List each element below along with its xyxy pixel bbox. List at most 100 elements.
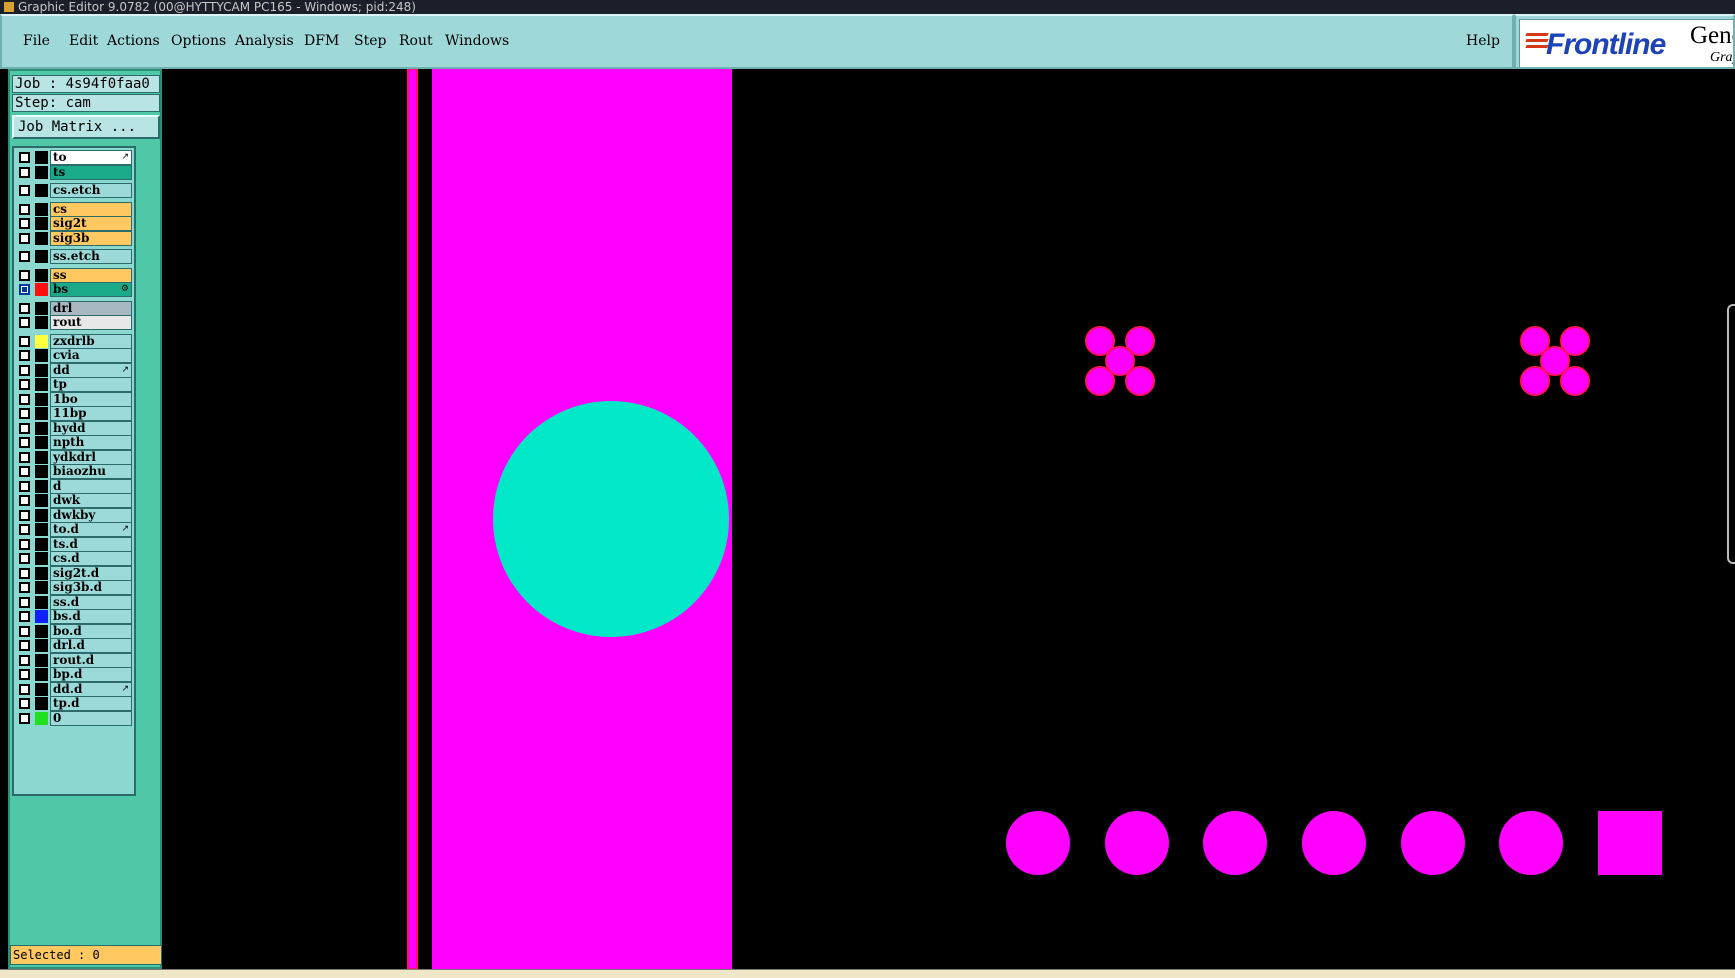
layer-checkbox[interactable] bbox=[19, 232, 30, 244]
layer-name[interactable]: cs bbox=[50, 201, 132, 217]
layer-name[interactable]: ydkdrl bbox=[50, 449, 132, 465]
round-pad[interactable] bbox=[1401, 811, 1465, 875]
layer-row[interactable]: sig2t.d bbox=[16, 565, 132, 581]
layer-checkbox[interactable] bbox=[19, 524, 30, 535]
layer-name[interactable]: tp bbox=[50, 377, 132, 392]
layer-checkbox[interactable] bbox=[19, 422, 30, 434]
layer-row[interactable]: bo.d bbox=[16, 623, 132, 639]
layer-color-swatch[interactable] bbox=[35, 537, 48, 551]
layer-row[interactable]: sig3b bbox=[16, 230, 132, 246]
layer-row[interactable]: dd.d ↗ bbox=[16, 681, 132, 697]
layer-row[interactable]: drl.d bbox=[16, 638, 132, 653]
layer-name[interactable]: ss bbox=[50, 267, 132, 283]
layer-checkbox[interactable] bbox=[19, 218, 30, 229]
layer-checkbox[interactable] bbox=[19, 553, 30, 564]
layer-checkbox[interactable] bbox=[19, 451, 30, 463]
layer-checkbox[interactable] bbox=[19, 393, 30, 405]
menu-rout[interactable]: Rout bbox=[399, 33, 433, 49]
layer-color-swatch[interactable] bbox=[35, 523, 48, 536]
menu-step[interactable]: Step bbox=[354, 33, 386, 49]
layer-checkbox[interactable] bbox=[19, 611, 30, 622]
layer-checkbox[interactable] bbox=[19, 509, 30, 521]
layer-row[interactable]: drl bbox=[16, 300, 132, 316]
layer-row[interactable]: rout.d bbox=[16, 652, 132, 668]
layer-row[interactable]: dwkby bbox=[16, 507, 132, 523]
layer-checkbox[interactable] bbox=[19, 625, 30, 637]
layer-name[interactable]: sig2t bbox=[50, 216, 132, 231]
layer-row[interactable]: biaozhu bbox=[16, 464, 132, 479]
layer-row[interactable]: bp.d bbox=[16, 667, 132, 682]
layer-checkbox[interactable] bbox=[19, 166, 30, 178]
layer-row[interactable]: 0 bbox=[16, 710, 132, 726]
layer-color-swatch[interactable] bbox=[35, 363, 48, 377]
layer-row[interactable]: dd ↗ bbox=[16, 362, 132, 378]
layer-row[interactable]: ydkdrl bbox=[16, 449, 132, 465]
layer-row[interactable]: cs.etch bbox=[16, 183, 132, 198]
layer-checkbox[interactable] bbox=[19, 335, 30, 347]
layer-row[interactable]: ss.etch bbox=[16, 249, 132, 264]
layer-name[interactable]: sig3b bbox=[50, 230, 132, 246]
layer-color-swatch[interactable] bbox=[35, 479, 48, 493]
layer-color-swatch[interactable] bbox=[35, 697, 48, 710]
job-matrix-button[interactable]: Job Matrix ... bbox=[12, 115, 160, 139]
layer-color-swatch[interactable] bbox=[35, 421, 48, 435]
layer-color-swatch[interactable] bbox=[35, 508, 48, 522]
layer-name[interactable]: dd.d ↗ bbox=[50, 681, 132, 697]
layer-name[interactable]: 1bo bbox=[50, 391, 132, 407]
layer-color-swatch[interactable] bbox=[35, 268, 48, 282]
layer-name[interactable]: biaozhu bbox=[50, 464, 132, 479]
layer-row[interactable]: cs.d bbox=[16, 551, 132, 566]
layer-checkbox[interactable] bbox=[19, 408, 30, 419]
layer-row[interactable]: dwk bbox=[16, 493, 132, 508]
layer-color-swatch[interactable] bbox=[35, 566, 48, 580]
layer-name[interactable]: dwkby bbox=[50, 507, 132, 523]
layer-checkbox[interactable] bbox=[19, 596, 30, 608]
round-pad[interactable] bbox=[1006, 811, 1070, 875]
layer-color-swatch[interactable] bbox=[35, 639, 48, 652]
layer-color-swatch[interactable] bbox=[35, 349, 48, 362]
layer-row[interactable]: npth bbox=[16, 435, 132, 450]
layer-row[interactable]: 1bo bbox=[16, 391, 132, 407]
layer-color-swatch[interactable] bbox=[35, 202, 48, 216]
layer-checkbox[interactable] bbox=[19, 185, 30, 196]
layer-row[interactable]: ts bbox=[16, 164, 132, 180]
layer-name[interactable]: tp.d bbox=[50, 696, 132, 711]
layer-color-swatch[interactable] bbox=[35, 231, 48, 245]
layer-row[interactable]: cs bbox=[16, 201, 132, 217]
layer-checkbox[interactable] bbox=[19, 379, 30, 390]
layer-name[interactable]: dd ↗ bbox=[50, 362, 132, 378]
layer-row[interactable]: tp bbox=[16, 377, 132, 392]
layer-row[interactable]: d bbox=[16, 478, 132, 494]
layer-name[interactable]: ts bbox=[50, 164, 132, 180]
layer-row[interactable]: cvia bbox=[16, 348, 132, 363]
layer-color-swatch[interactable] bbox=[35, 653, 48, 667]
layer-color-swatch[interactable] bbox=[35, 334, 48, 348]
layer-color-swatch[interactable] bbox=[35, 581, 48, 594]
layer-row[interactable]: to ↗ bbox=[16, 150, 132, 165]
layer-color-swatch[interactable] bbox=[35, 436, 48, 449]
graphic-canvas[interactable] bbox=[162, 68, 1735, 970]
layer-checkbox[interactable] bbox=[19, 284, 30, 295]
layer-checkbox[interactable] bbox=[19, 669, 30, 680]
layer-name[interactable]: zxdrlb bbox=[50, 333, 132, 349]
round-pad[interactable] bbox=[1203, 811, 1267, 875]
layer-color-swatch[interactable] bbox=[35, 595, 48, 609]
large-pad[interactable] bbox=[493, 401, 729, 637]
layer-name[interactable]: to.d ↗ bbox=[50, 522, 132, 537]
layer-color-swatch[interactable] bbox=[35, 184, 48, 197]
layer-color-swatch[interactable] bbox=[35, 494, 48, 507]
menu-edit[interactable]: Edit bbox=[69, 33, 98, 49]
layer-name[interactable]: hydd bbox=[50, 420, 132, 436]
layer-color-swatch[interactable] bbox=[35, 450, 48, 464]
layer-name[interactable]: ss.d bbox=[50, 594, 132, 610]
layer-color-swatch[interactable] bbox=[35, 378, 48, 391]
menu-options[interactable]: Options bbox=[171, 33, 226, 49]
layer-name[interactable]: cs.d bbox=[50, 551, 132, 566]
layer-color-swatch[interactable] bbox=[35, 407, 48, 420]
layer-name[interactable]: bs.d bbox=[50, 609, 132, 624]
round-pad[interactable] bbox=[1105, 811, 1169, 875]
layer-checkbox[interactable] bbox=[19, 538, 30, 550]
layer-name[interactable]: d bbox=[50, 478, 132, 494]
layer-checkbox[interactable] bbox=[19, 567, 30, 579]
layer-color-swatch[interactable] bbox=[35, 465, 48, 478]
